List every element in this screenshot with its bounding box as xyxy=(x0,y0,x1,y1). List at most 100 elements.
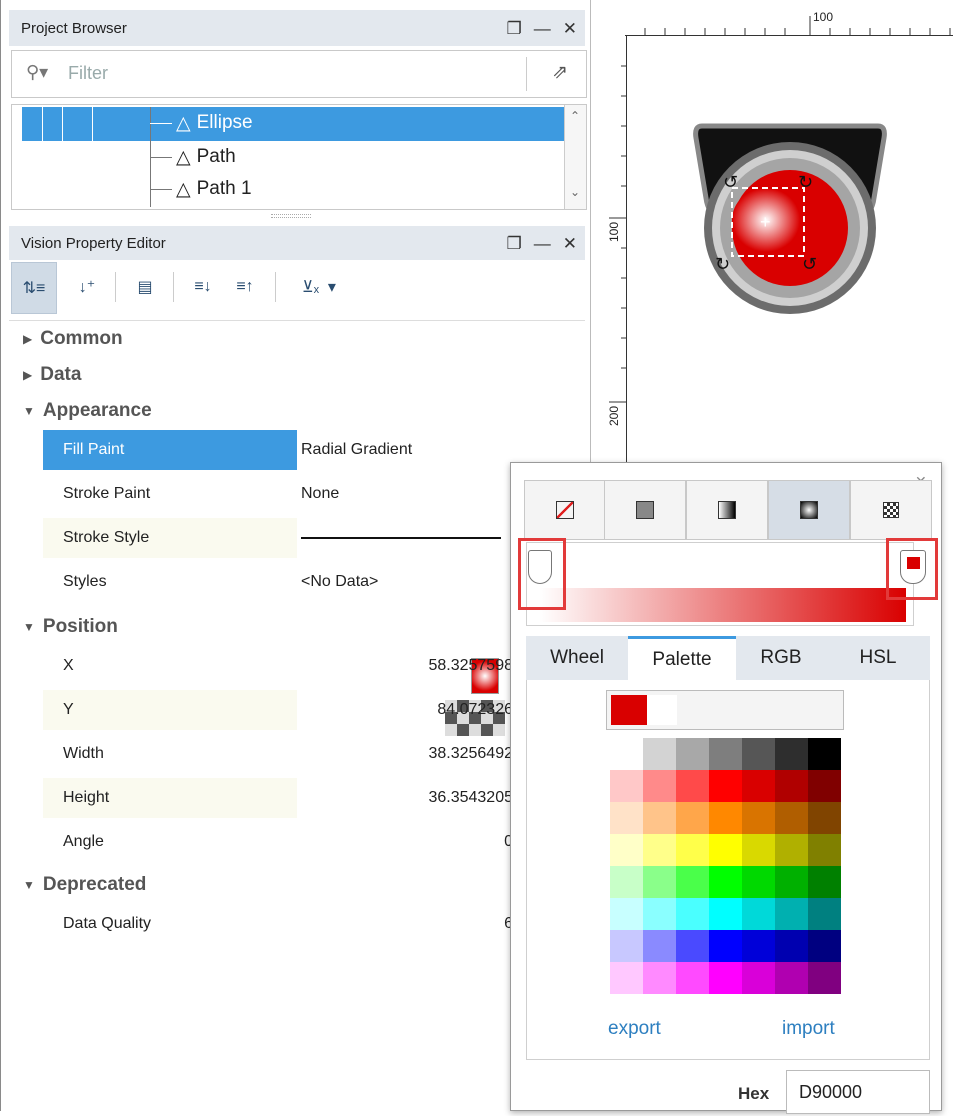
no-paint-tab[interactable] xyxy=(524,480,606,540)
palette-swatch[interactable] xyxy=(742,962,775,994)
radial-gradient-tab[interactable] xyxy=(768,480,850,540)
linear-gradient-tab[interactable] xyxy=(686,480,768,540)
category-position[interactable]: ▼ Position xyxy=(23,610,118,644)
palette-swatch[interactable] xyxy=(742,866,775,898)
tree-item-ellipse[interactable]: △ Ellipse xyxy=(150,107,253,139)
splitter-handle[interactable] xyxy=(271,214,311,218)
prop-name-data-quality[interactable]: Data Quality xyxy=(43,904,297,944)
palette-swatch[interactable] xyxy=(610,834,643,866)
palette-swatch[interactable] xyxy=(709,930,742,962)
palette-swatch[interactable] xyxy=(808,834,841,866)
sort-alpha-button[interactable]: ↓⁺ xyxy=(69,262,105,312)
solid-paint-tab[interactable] xyxy=(604,480,686,540)
category-appearance[interactable]: ▼ Appearance xyxy=(23,394,152,428)
palette-swatch[interactable] xyxy=(709,738,742,770)
palette-swatch[interactable] xyxy=(775,770,808,802)
prop-name-fill-paint[interactable]: Fill Paint xyxy=(43,430,297,470)
palette-swatch[interactable] xyxy=(775,834,808,866)
prop-name-y[interactable]: Y xyxy=(43,690,297,730)
palette-swatch[interactable] xyxy=(709,770,742,802)
palette-swatch[interactable] xyxy=(709,866,742,898)
palette-swatch[interactable] xyxy=(643,834,676,866)
filter-dropdown-button[interactable]: ⊻ₓ ▾ xyxy=(287,262,351,312)
category-data[interactable]: ▶ Data xyxy=(23,358,81,392)
prop-name-width[interactable]: Width xyxy=(43,734,297,774)
palette-swatch[interactable] xyxy=(643,866,676,898)
palette-swatch[interactable] xyxy=(610,866,643,898)
export-link[interactable]: export xyxy=(608,1018,661,1040)
expand-all-button[interactable]: ≡↓ xyxy=(185,262,221,312)
sort-categorized-button[interactable]: ⇅≡ xyxy=(11,262,57,314)
palette-swatch[interactable] xyxy=(676,834,709,866)
prop-value-angle[interactable]: 0 xyxy=(301,822,513,862)
category-common[interactable]: ▶ Common xyxy=(23,322,123,356)
pattern-paint-tab[interactable] xyxy=(850,480,932,540)
prop-name-stroke-paint[interactable]: Stroke Paint xyxy=(43,474,297,514)
palette-swatch[interactable] xyxy=(676,962,709,994)
prop-value-stroke-paint[interactable]: None xyxy=(301,474,513,514)
palette-swatch[interactable] xyxy=(676,738,709,770)
hex-input[interactable]: D90000 xyxy=(786,1070,930,1114)
start-stop-marker[interactable] xyxy=(528,550,552,584)
palette-swatch[interactable] xyxy=(742,898,775,930)
palette-swatch[interactable] xyxy=(676,770,709,802)
palette-swatch[interactable] xyxy=(610,930,643,962)
prop-name-x[interactable]: X xyxy=(43,646,297,686)
palette-swatch[interactable] xyxy=(742,770,775,802)
locate-icon[interactable]: ⇗ xyxy=(552,61,568,84)
palette-swatch[interactable] xyxy=(643,962,676,994)
palette-swatch[interactable] xyxy=(775,962,808,994)
palette-swatch[interactable] xyxy=(676,866,709,898)
palette-swatch[interactable] xyxy=(775,930,808,962)
palette-swatch[interactable] xyxy=(676,802,709,834)
palette-swatch[interactable] xyxy=(808,866,841,898)
prop-name-styles[interactable]: Styles xyxy=(43,562,297,602)
palette-swatch[interactable] xyxy=(709,834,742,866)
tab-rgb[interactable]: RGB xyxy=(736,636,826,680)
palette-swatch[interactable] xyxy=(775,898,808,930)
palette-swatch[interactable] xyxy=(643,898,676,930)
close-icon[interactable]: ✕ xyxy=(563,20,577,37)
import-link[interactable]: import xyxy=(782,1018,835,1040)
end-stop-marker[interactable] xyxy=(900,550,926,584)
category-deprecated[interactable]: ▼ Deprecated xyxy=(23,868,146,902)
palette-swatch[interactable] xyxy=(643,770,676,802)
palette-swatch[interactable] xyxy=(610,802,643,834)
palette-swatch[interactable] xyxy=(709,962,742,994)
palette-swatch[interactable] xyxy=(742,834,775,866)
minimize-icon[interactable]: — xyxy=(534,20,551,37)
palette-swatch[interactable] xyxy=(775,866,808,898)
palette-swatch[interactable] xyxy=(808,770,841,802)
minimize-icon[interactable]: — xyxy=(534,235,551,252)
prop-value-styles[interactable]: <No Data> xyxy=(301,562,513,602)
palette-swatch[interactable] xyxy=(676,930,709,962)
palette-swatch[interactable] xyxy=(808,962,841,994)
palette-swatch[interactable] xyxy=(643,802,676,834)
scroll-down-icon[interactable]: ⌄ xyxy=(570,185,580,199)
palette-swatch[interactable] xyxy=(709,802,742,834)
scroll-up-icon[interactable]: ⌃ xyxy=(570,109,580,123)
palette-swatch[interactable] xyxy=(676,898,709,930)
prop-name-angle[interactable]: Angle xyxy=(43,822,297,862)
tree-item-path[interactable]: △ Path xyxy=(150,141,236,173)
palette-swatch[interactable] xyxy=(808,930,841,962)
close-icon[interactable]: ✕ xyxy=(563,235,577,252)
prop-value-y[interactable]: 84.072326 xyxy=(301,690,513,730)
search-icon[interactable]: ⚲▾ xyxy=(26,62,48,83)
palette-swatch[interactable] xyxy=(742,802,775,834)
prop-value-fill-paint[interactable]: Radial Gradient xyxy=(301,430,513,470)
palette-swatch[interactable] xyxy=(742,930,775,962)
palette-swatch[interactable] xyxy=(610,770,643,802)
palette-swatch[interactable] xyxy=(775,802,808,834)
tree-scrollbar[interactable]: ⌃ ⌄ xyxy=(564,105,586,209)
push-button-graphic[interactable]: ↺ ↻ ↻ ↺ + xyxy=(690,118,890,338)
tab-hsl[interactable]: HSL xyxy=(826,636,930,680)
description-button[interactable]: ▤ xyxy=(127,262,163,312)
prop-value-stroke-style[interactable] xyxy=(301,518,513,558)
palette-swatch[interactable] xyxy=(742,738,775,770)
prop-value-width[interactable]: 38.3256492 xyxy=(301,734,513,774)
prop-name-height[interactable]: Height xyxy=(43,778,297,818)
tab-wheel[interactable]: Wheel xyxy=(526,636,628,680)
palette-swatch[interactable] xyxy=(610,962,643,994)
palette-swatch[interactable] xyxy=(643,930,676,962)
